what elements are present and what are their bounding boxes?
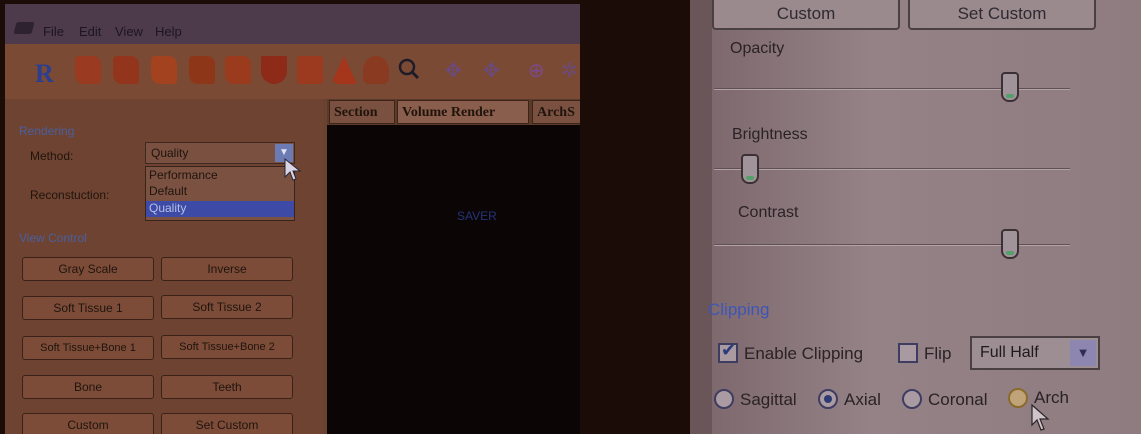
- flip-label: Flip: [924, 344, 952, 363]
- method-option-default[interactable]: Default: [146, 184, 294, 200]
- soft-tissue-bone-1-button[interactable]: Soft Tissue+Bone 1: [22, 336, 154, 360]
- checkmark-icon: ✔: [721, 340, 737, 360]
- app-icon: [13, 22, 35, 34]
- volume-render-viewport[interactable]: SAVER: [327, 125, 580, 434]
- soft-tissue-bone-2-button[interactable]: Soft Tissue+Bone 2: [161, 335, 293, 359]
- menu-bar: File Edit View Help: [5, 4, 580, 44]
- method-select-value: Quality: [151, 146, 189, 160]
- bottom-view-icon[interactable]: [363, 56, 389, 84]
- top-view-icon[interactable]: [331, 56, 357, 84]
- crosshair-icon[interactable]: ⊕: [528, 58, 545, 83]
- skull-view-icon[interactable]: [75, 56, 101, 84]
- reconstruction-label: Reconstuction:: [30, 188, 110, 202]
- arch-radio[interactable]: [1008, 388, 1028, 408]
- rendering-group-title: Rendering: [19, 124, 75, 138]
- coronal-radio[interactable]: [902, 389, 922, 409]
- custom-button-right[interactable]: Custom: [712, 0, 900, 30]
- panel-edge: [690, 0, 712, 434]
- custom-button[interactable]: Custom: [22, 413, 154, 434]
- brightness-slider-thumb[interactable]: [740, 154, 759, 184]
- axial-radio[interactable]: [818, 389, 838, 409]
- set-custom-button-right[interactable]: Set Custom: [908, 0, 1096, 30]
- tab-volume-render[interactable]: Volume Render: [397, 100, 529, 124]
- sagittal-radio[interactable]: [714, 389, 734, 409]
- gray-scale-button[interactable]: Gray Scale: [22, 257, 154, 281]
- contrast-label: Contrast: [738, 204, 799, 221]
- clipping-mode-value: Full Half: [980, 344, 1039, 361]
- mouse-cursor-icon: [284, 157, 302, 181]
- clipping-mode-select[interactable]: Full Half ▼: [970, 336, 1100, 370]
- skull-back-icon[interactable]: [225, 56, 251, 84]
- mouse-cursor-icon: [1031, 403, 1050, 431]
- chevron-down-icon[interactable]: ▼: [1070, 340, 1096, 366]
- opacity-slider-thumb[interactable]: [1001, 72, 1020, 102]
- brightness-track[interactable]: [714, 168, 1070, 170]
- render-view-text: SAVER: [457, 209, 497, 223]
- contrast-slider-thumb[interactable]: [1001, 229, 1020, 259]
- main-area: Rendering Method: Quality ▼ Performance …: [5, 99, 580, 434]
- set-custom-button[interactable]: Set Custom: [161, 413, 293, 434]
- render-settings-panel: Custom Set Custom Opacity Brightness Con…: [690, 0, 1141, 434]
- enable-clipping-checkbox[interactable]: ✔: [718, 340, 738, 363]
- rotate-icon[interactable]: ✥: [445, 58, 462, 83]
- menu-edit[interactable]: Edit: [79, 24, 101, 39]
- view-tabs: Section Volume Render ArchS: [327, 99, 580, 125]
- opacity-label: Opacity: [730, 40, 785, 57]
- pan-icon[interactable]: ✥: [483, 58, 500, 83]
- thumb-indicator: [1006, 251, 1015, 255]
- menu-file[interactable]: File: [43, 24, 64, 39]
- volume-render-window: File Edit View Help R ✥ ✥ ⊕ ✲ Rendering …: [5, 4, 580, 434]
- inverse-button[interactable]: Inverse: [161, 257, 293, 281]
- sagittal-label: Sagittal: [740, 390, 797, 409]
- bone-button[interactable]: Bone: [22, 375, 154, 399]
- measure-icon[interactable]: ✲: [561, 58, 578, 83]
- method-option-performance[interactable]: Performance: [146, 168, 294, 184]
- method-option-quality[interactable]: Quality: [146, 201, 294, 217]
- skull-left-icon[interactable]: [113, 56, 139, 84]
- method-label: Method:: [30, 149, 74, 163]
- zoom-icon[interactable]: [398, 58, 420, 80]
- menu-view[interactable]: View: [115, 24, 143, 39]
- tab-arch-section[interactable]: ArchS: [532, 100, 580, 124]
- menu-help[interactable]: Help: [155, 24, 182, 39]
- skull-front-icon[interactable]: [151, 56, 177, 84]
- view-control-group-title: View Control: [19, 231, 87, 245]
- reset-r-icon[interactable]: R: [35, 59, 54, 89]
- clipping-group-title: Clipping: [708, 300, 770, 319]
- method-select[interactable]: Quality ▼: [145, 142, 295, 164]
- skull-right-icon[interactable]: [189, 56, 215, 84]
- thumb-indicator: [745, 176, 754, 180]
- jaw-view-icon[interactable]: [261, 56, 287, 84]
- axial-label: Axial: [844, 390, 881, 409]
- tab-section[interactable]: Section: [329, 100, 395, 124]
- method-dropdown-list: Performance Default Quality: [145, 166, 295, 221]
- toolbar: R ✥ ✥ ⊕ ✲: [5, 44, 580, 99]
- soft-tissue-2-button[interactable]: Soft Tissue 2: [161, 295, 293, 319]
- side-controls: Rendering Method: Quality ▼ Performance …: [5, 99, 323, 434]
- thumb-indicator: [1006, 94, 1015, 98]
- soft-tissue-1-button[interactable]: Soft Tissue 1: [22, 296, 154, 320]
- enable-clipping-label: Enable Clipping: [744, 344, 864, 363]
- teeth-button[interactable]: Teeth: [161, 375, 293, 399]
- coronal-label: Coronal: [928, 390, 988, 409]
- flip-checkbox[interactable]: [898, 343, 918, 363]
- brightness-label: Brightness: [732, 126, 808, 143]
- mandible-icon[interactable]: [297, 56, 323, 84]
